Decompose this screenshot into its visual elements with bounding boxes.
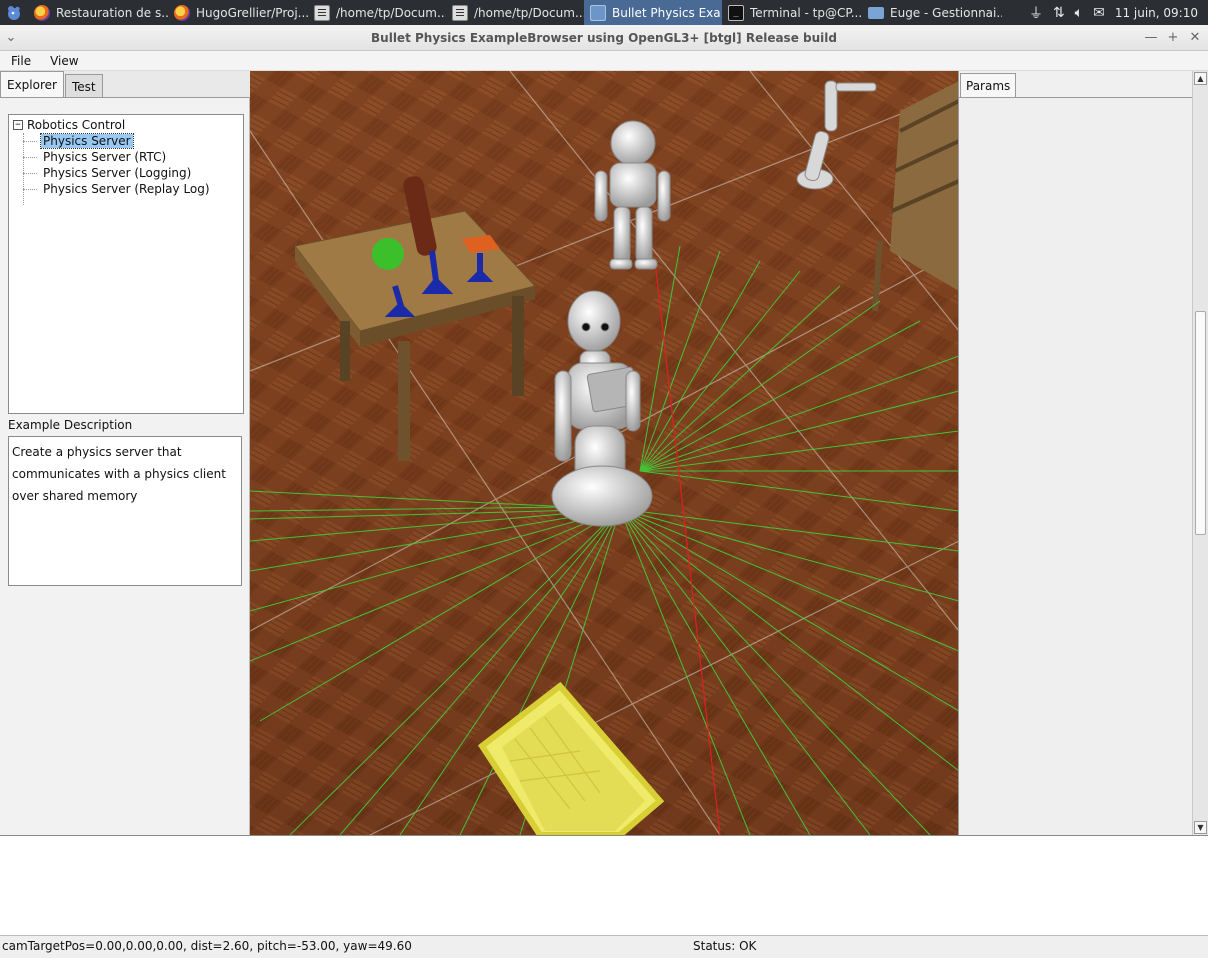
firefox-icon (174, 4, 190, 21)
camera-info: camTargetPos=0.00,0.00,0.00, dist=2.60, … (2, 939, 412, 953)
taskbar-item-firefox-github[interactable]: HugoGrellier/Proj... (168, 0, 308, 25)
menu-file[interactable]: File (0, 54, 39, 68)
status-bar: camTargetPos=0.00,0.00,0.00, dist=2.60, … (0, 936, 1208, 958)
scrollbar-thumb[interactable] (1195, 311, 1206, 535)
mail-icon[interactable]: ✉ (1093, 5, 1105, 21)
tab-params[interactable]: Params (960, 73, 1017, 98)
collapse-icon[interactable]: − (13, 120, 23, 130)
params-panel: Params ▲ ▼ (958, 71, 1208, 835)
window-titlebar: ⌄ Bullet Physics ExampleBrowser using Op… (0, 25, 1208, 51)
close-button[interactable]: ✕ (1188, 30, 1202, 45)
system-tray: ⏚ ⇅ 🔈︎ ✉ 11 juin, 09:10 (1029, 3, 1208, 23)
xfce-mouse-icon (8, 5, 20, 20)
taskbar-item-bullet[interactable]: Bullet Physics Exa... (584, 0, 722, 25)
power-plug-icon[interactable]: ⏚ (1029, 3, 1043, 23)
example-tree: − Robotics Control Physics Server Physic… (8, 114, 244, 414)
menu-bar: File View (0, 51, 1208, 71)
params-content (959, 97, 1193, 835)
minimize-button[interactable]: — (1144, 30, 1158, 45)
tree-node-label: Robotics Control (27, 118, 126, 132)
params-scrollbar[interactable]: ▲ ▼ (1192, 71, 1208, 835)
terminal-icon: _ (728, 4, 744, 21)
start-menu-button[interactable] (0, 0, 28, 25)
maximize-button[interactable]: + (1166, 30, 1180, 45)
tree-item-physics-server[interactable]: Physics Server (9, 133, 243, 149)
bullet-app-icon (590, 4, 606, 21)
taskbar: Restauration de s... HugoGrellier/Proj..… (0, 0, 1208, 25)
volume-icon[interactable]: 🔈︎ (1075, 5, 1083, 21)
console-output[interactable] (0, 835, 1208, 936)
text-editor-icon (452, 4, 468, 21)
text-editor-icon (314, 4, 330, 21)
scroll-up-arrow-icon[interactable]: ▲ (1194, 72, 1207, 85)
tree-node-robotics-control[interactable]: − Robotics Control (9, 117, 243, 133)
taskbar-item-file-manager[interactable]: Euge - Gestionnai... (862, 0, 1002, 25)
tree-item-physics-server-replay-log[interactable]: Physics Server (Replay Log) (9, 181, 243, 197)
tree-item-physics-server-rtc[interactable]: Physics Server (RTC) (9, 149, 243, 165)
tab-test[interactable]: Test (64, 74, 103, 98)
left-tabbar: Explorer Test (0, 71, 104, 98)
taskbar-item-firefox-restore[interactable]: Restauration de s... (28, 0, 168, 25)
status-text: Status: OK (693, 939, 757, 953)
taskbar-item-terminal[interactable]: _ Terminal - tp@CP... (722, 0, 862, 25)
window-menu-chevron-icon[interactable]: ⌄ (4, 30, 18, 45)
opengl-3d-viewport[interactable] (250, 71, 959, 835)
network-arrows-icon[interactable]: ⇅ (1053, 5, 1065, 21)
firefox-icon (34, 4, 50, 21)
tree-item-physics-server-logging[interactable]: Physics Server (Logging) (9, 165, 243, 181)
explorer-tab-content: − Robotics Control Physics Server Physic… (0, 97, 250, 835)
3d-scene[interactable] (250, 71, 959, 835)
example-description-text: Create a physics server that communicate… (8, 436, 242, 586)
taskbar-item-editor-2[interactable]: /home/tp/Docum... (446, 0, 584, 25)
window-title: Bullet Physics ExampleBrowser using Open… (371, 30, 837, 45)
example-description-label: Example Description (8, 418, 133, 432)
scroll-down-arrow-icon[interactable]: ▼ (1194, 821, 1207, 834)
taskbar-item-editor-1[interactable]: /home/tp/Docum... (308, 0, 446, 25)
clock[interactable]: 11 juin, 09:10 (1115, 6, 1198, 20)
menu-view[interactable]: View (39, 54, 86, 68)
folder-icon (868, 6, 884, 19)
tab-explorer[interactable]: Explorer (0, 71, 64, 98)
explorer-panel: Explorer Test − Robotics Control Physics… (0, 71, 250, 835)
